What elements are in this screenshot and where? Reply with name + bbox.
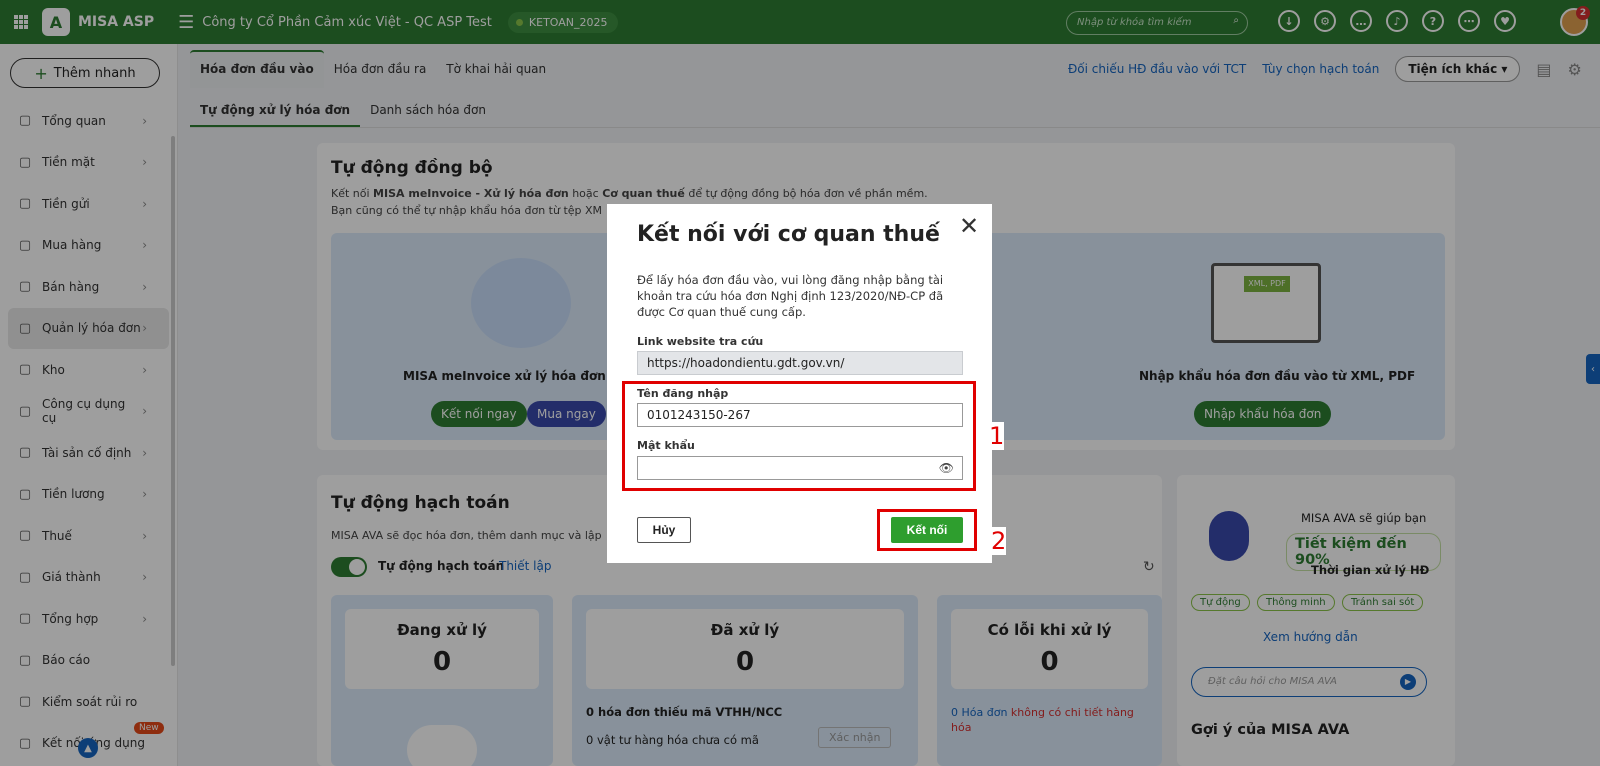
highlight-box-connect (877, 509, 977, 551)
highlight-box-credentials (622, 381, 976, 491)
dialog-title: Kết nối với cơ quan thuế (637, 222, 940, 247)
cancel-button[interactable]: Hủy (637, 517, 691, 543)
highlight-label-1: 1 (989, 422, 1005, 450)
dialog-description: Để lấy hóa đơn đầu vào, vui lòng đăng nh… (637, 273, 944, 319)
link-website-field: https://hoadondientu.gdt.gov.vn/ (637, 351, 963, 375)
close-icon[interactable]: ✕ (958, 214, 980, 238)
link-website-label: Link website tra cứu (637, 335, 764, 348)
highlight-label-2: 2 (991, 527, 1007, 555)
